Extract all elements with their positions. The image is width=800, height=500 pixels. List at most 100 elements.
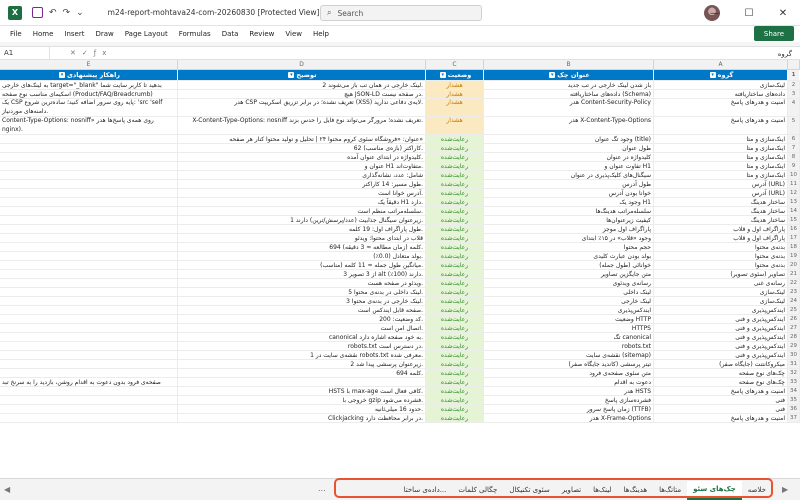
row-number[interactable]: 13	[788, 198, 800, 206]
cell-group[interactable]: آدرس (URL)	[654, 189, 788, 197]
cell-description[interactable]: قلاب در ابتدای محتوا: ویدئو	[178, 234, 426, 242]
cell-status[interactable]: رعایت‌شده	[426, 387, 484, 395]
cell-check[interactable]: طول آدرس	[484, 180, 654, 188]
cell-status[interactable]: رعایت‌شده	[426, 378, 484, 386]
tab-nav-next-icon[interactable]: ▶	[782, 485, 788, 494]
cell-group[interactable]: اینک‌سازی و متا	[654, 144, 788, 152]
cell-recommendation[interactable]	[0, 369, 178, 377]
cell-status[interactable]: رعایت‌شده	[426, 324, 484, 332]
cell-recommendation[interactable]: صفحه‌ی فرود بدون دعوت به اقدام روشن، باز…	[0, 378, 178, 386]
cell-group[interactable]: امنیت و هدرهای پاسخ	[654, 117, 788, 134]
cell-group[interactable]: امنیت و هدرهای پاسخ	[654, 99, 788, 116]
row-number[interactable]: 34	[788, 387, 800, 395]
row-number[interactable]: 11	[788, 180, 800, 188]
cell-group[interactable]: چک‌های نوع صفحه	[654, 369, 788, 377]
cell-recommendation[interactable]	[0, 171, 178, 179]
cell-status[interactable]: رعایت‌شده	[426, 360, 484, 368]
cell-recommendation[interactable]	[0, 396, 178, 404]
cell-status[interactable]: رعایت‌شده	[426, 189, 484, 197]
cell-description[interactable]: دقیقاً یک H1 دارد.	[178, 198, 426, 206]
cell-group[interactable]: اینک‌سازی و متا	[654, 135, 788, 143]
cell-group[interactable]: اینک‌سازی و متا	[654, 153, 788, 161]
filter-dropdown-icon[interactable]: ▾	[549, 72, 556, 78]
row-number[interactable]: 6	[788, 135, 800, 143]
row-number[interactable]: 10	[788, 171, 800, 179]
row-number[interactable]: 1	[788, 70, 800, 80]
cell-status[interactable]: رعایت‌شده	[426, 144, 484, 152]
cell-description[interactable]: طول مسیر: 14 کاراکتر.	[178, 180, 426, 188]
cell-status[interactable]: هشدار	[426, 90, 484, 98]
cell-description[interactable]: 3 لینک خارجی در بدنه‌ی محتوا.	[178, 297, 426, 305]
cell-description[interactable]: خروجی با gzip فشرده می‌شود.	[178, 396, 426, 404]
column-header-b[interactable]: B	[484, 60, 654, 69]
cell-description[interactable]: 2 لینک خارجی در همان تب باز می‌شوند.	[178, 81, 426, 89]
row-number[interactable]: 28	[788, 333, 800, 341]
menu-draw[interactable]: Draw	[95, 30, 113, 38]
tab-nav-prev-icon[interactable]: ◀	[4, 485, 10, 494]
cell-recommendation[interactable]	[0, 207, 178, 215]
cell-status[interactable]: رعایت‌شده	[426, 288, 484, 296]
cell-group[interactable]: پاراگراف اول و قلاب	[654, 225, 788, 233]
row-number[interactable]: 24	[788, 297, 800, 305]
cell-group[interactable]: ساختار هدینگ	[654, 216, 788, 224]
cell-description[interactable]: هدر CSP تعریف نشده؛ در برابر تزریق اسکری…	[178, 99, 426, 116]
cell-check[interactable]: زمان پاسخ سرور (TTFB)	[484, 405, 654, 413]
sheet-tab[interactable]: چک‌های سئو	[687, 480, 742, 500]
menu-formulas[interactable]: Formulas	[179, 30, 211, 38]
cell-check[interactable]: وجود «قلاب» در ۱۵٪ ابتدای	[484, 234, 654, 242]
close-button[interactable]: ✕	[766, 8, 800, 19]
customize-toolbar-icon[interactable]: ⌄	[76, 8, 84, 18]
cell-group[interactable]: پاراگراف اول و قلاب	[654, 234, 788, 242]
minimize-button[interactable]: —	[698, 8, 732, 19]
row-number[interactable]: 22	[788, 279, 800, 287]
sheet-tab[interactable]: متاتگ‌ها	[653, 480, 687, 500]
cell-group[interactable]: تصاویر (سئوی تصویر)	[654, 270, 788, 278]
cell-recommendation[interactable]	[0, 387, 178, 395]
cell-group[interactable]: فنی	[654, 405, 788, 413]
cell-group[interactable]: بدنه‌ی محتوا	[654, 261, 788, 269]
column-header-d[interactable]: D	[178, 60, 426, 69]
cell-group[interactable]: ایندکس‌پذیری	[654, 306, 788, 314]
cell-description[interactable]: 1 نقشه‌ی سایت در robots.txt معرفی شده.	[178, 351, 426, 359]
cell-check[interactable]: تفاوت عنوان و H1	[484, 162, 654, 170]
cell-description[interactable]: میانگین طول جمله ≈ 11 کلمه (مناسب).	[178, 261, 426, 269]
select-all-corner[interactable]	[788, 60, 800, 69]
cell-group[interactable]: ایندکس‌پذیری و فنی	[654, 333, 788, 341]
cell-description[interactable]: 5 لینک داخلی در بدنه‌ی محتوا.	[178, 288, 426, 296]
cell-check[interactable]: سیگنال‌های کلیک‌پذیری در عنوان	[484, 171, 654, 179]
row-number[interactable]: 33	[788, 378, 800, 386]
cell-description[interactable]: 694 کلمه (زمان مطالعه ≈ 3 دقیقه).	[178, 243, 426, 251]
sheet-tab[interactable]: داده‌ی ساختا...	[398, 480, 453, 500]
cell-status[interactable]: رعایت‌شده	[426, 135, 484, 143]
cell-check[interactable]: سلسله‌مراتب هدینگ‌ها	[484, 207, 654, 215]
cell-group[interactable]: لینک‌سازی	[654, 81, 788, 89]
cell-status[interactable]: رعایت‌شده	[426, 306, 484, 314]
cell-group[interactable]: لینک‌سازی	[654, 288, 788, 296]
sheet-tab[interactable]: تصاویر	[556, 480, 587, 500]
cell-description[interactable]: شامل: عدد، نشانه‌گذاری	[178, 171, 426, 179]
menu-home[interactable]: Home	[33, 30, 54, 38]
cell-description[interactable]: canonical به خود صفحه اشاره دارد.	[178, 333, 426, 341]
column-header-c[interactable]: C	[426, 60, 484, 69]
row-number[interactable]: 26	[788, 315, 800, 323]
cell-recommendation[interactable]	[0, 135, 178, 143]
cell-check[interactable]: کلیدواژه در عنوان	[484, 153, 654, 161]
row-number[interactable]: 14	[788, 207, 800, 215]
row-number[interactable]: 17	[788, 234, 800, 242]
search-box[interactable]: ⌕ Search	[320, 5, 482, 21]
row-number[interactable]: 15	[788, 216, 800, 224]
cell-description[interactable]: 1 زیرعنوان سیگنال جذابیت (عدد/پرسش/ترین)…	[178, 216, 426, 224]
more-tabs-icon[interactable]: ...	[318, 484, 326, 493]
undo-icon[interactable]: ↶	[49, 8, 57, 18]
cell-check[interactable]: هدر Content-Security-Policy	[484, 99, 654, 116]
cell-check[interactable]: رسانه‌ی ویدئوی	[484, 279, 654, 287]
cell-recommendation[interactable]	[0, 189, 178, 197]
cell-check[interactable]: وجود یک H1	[484, 198, 654, 206]
column-header-e[interactable]: E	[0, 60, 178, 69]
cell-status[interactable]: رعایت‌شده	[426, 261, 484, 269]
row-number[interactable]: 2	[788, 81, 800, 89]
cell-description[interactable]: ویدئو در صفحه هست.	[178, 279, 426, 287]
cell-recommendation[interactable]	[0, 153, 178, 161]
cell-status[interactable]: رعایت‌شده	[426, 243, 484, 251]
row-number[interactable]: 8	[788, 153, 800, 161]
